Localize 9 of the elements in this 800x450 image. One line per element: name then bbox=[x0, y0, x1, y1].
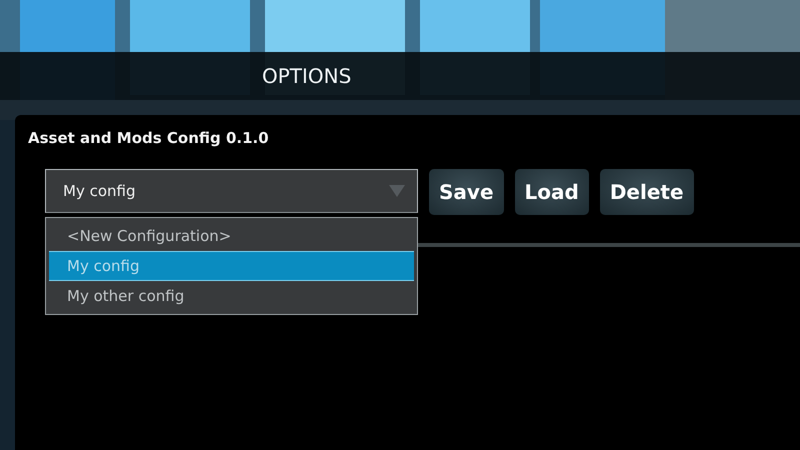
caret-icon bbox=[389, 185, 405, 197]
dropdown-option[interactable]: My other config bbox=[49, 281, 414, 311]
action-button[interactable]: Load bbox=[514, 169, 589, 215]
dropdown-option[interactable]: <New Configuration> bbox=[49, 221, 414, 251]
config-dropdown[interactable]: My config bbox=[45, 169, 418, 213]
action-button[interactable]: Save bbox=[429, 169, 504, 215]
panel-title: Asset and Mods Config 0.1.0 bbox=[28, 129, 270, 147]
action-button[interactable]: Delete bbox=[600, 169, 694, 215]
screen-title: OPTIONS bbox=[262, 64, 352, 88]
